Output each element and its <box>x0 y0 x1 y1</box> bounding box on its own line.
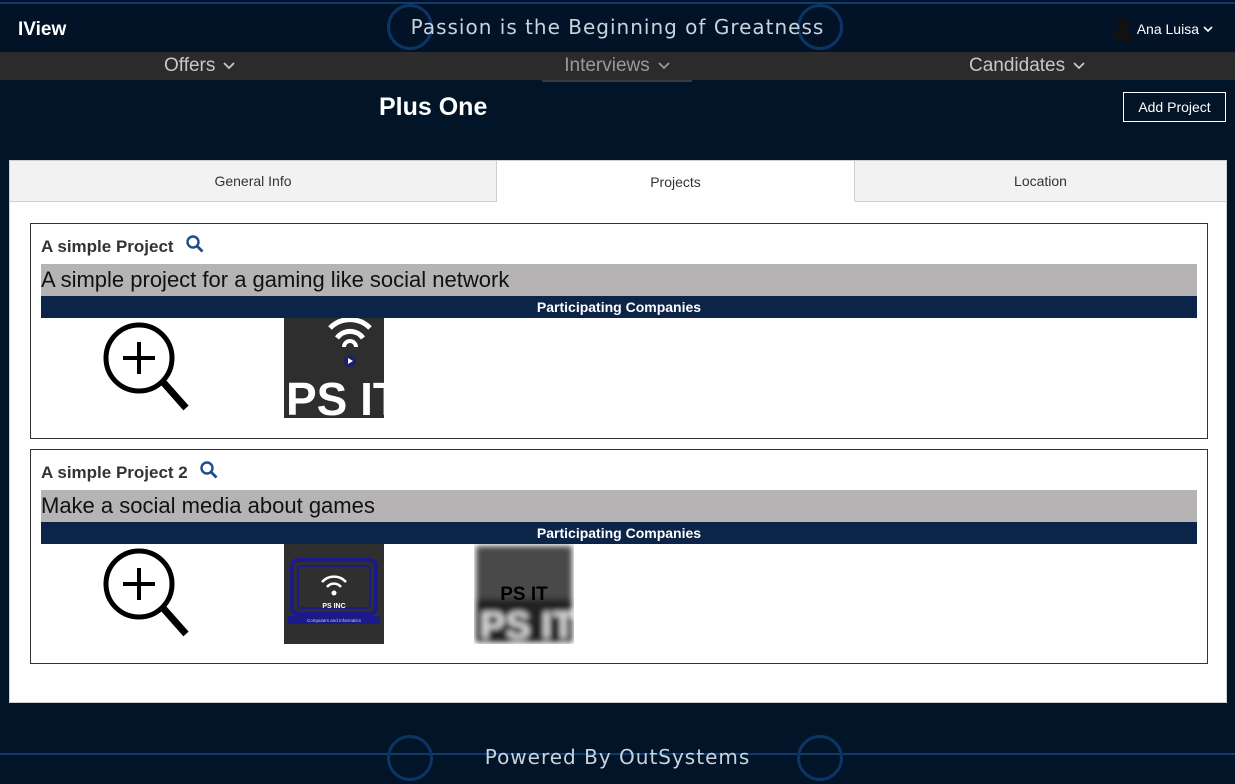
page-title: Plus One <box>379 93 488 121</box>
tab-location[interactable]: Location <box>855 161 1226 202</box>
company-logo-text: PS INC <box>322 603 345 610</box>
project-name[interactable]: A simple Project 2 <box>41 463 188 483</box>
company-logo-ps-it[interactable]: PS IT <box>284 317 401 425</box>
tab-general-info[interactable]: General Info <box>10 161 497 202</box>
zoom-in-icon[interactable] <box>101 546 191 645</box>
main-nav: Offers Interviews Candidates <box>0 52 1235 82</box>
tab-bar: General Info Projects Location <box>10 161 1226 203</box>
company-logo-text: PS IT <box>500 584 548 605</box>
chevron-down-icon <box>1203 25 1213 33</box>
chevron-down-icon <box>658 62 670 70</box>
company-logo-subtext: Computers and Informatics <box>307 618 362 623</box>
company-logo-text: PS IT <box>286 373 384 418</box>
footer-text: Powered By OutSystems <box>484 745 751 769</box>
company-logo-ps-inc[interactable]: PS INC Computers and Informatics <box>284 544 384 644</box>
top-header: IView Passion is the Beginning of Greatn… <box>0 0 1235 52</box>
zoom-in-icon[interactable] <box>101 320 191 419</box>
project-description: A simple project for a gaming like socia… <box>41 264 1197 296</box>
user-icon <box>1112 17 1133 41</box>
participating-companies-header: Participating Companies <box>41 296 1197 318</box>
chevron-down-icon <box>223 62 236 70</box>
nav-label: Offers <box>164 55 216 76</box>
circuit-line <box>0 2 1235 4</box>
project-name[interactable]: A simple Project <box>41 237 174 257</box>
user-name: Ana Luisa <box>1136 21 1199 37</box>
project-header: A simple Project 2 <box>41 461 218 484</box>
project-description: Make a social media about games <box>41 490 1197 522</box>
user-menu[interactable]: Ana Luisa <box>1112 17 1213 41</box>
nav-interviews[interactable]: Interviews <box>542 52 692 82</box>
nav-offers[interactable]: Offers <box>164 52 236 80</box>
tab-projects[interactable]: Projects <box>497 161 855 202</box>
project-header: A simple Project <box>41 235 204 258</box>
svg-text:PS IT: PS IT <box>480 605 574 644</box>
footer: Powered By OutSystems <box>0 705 1235 784</box>
slogan: Passion is the Beginning of Greatness <box>410 15 825 39</box>
chevron-down-icon <box>1073 62 1085 70</box>
search-icon[interactable] <box>185 235 204 258</box>
add-project-button[interactable]: Add Project <box>1123 92 1226 122</box>
nav-label: Interviews <box>564 55 650 76</box>
companies-row: PS INC Computers and Informatics PS IT P… <box>41 544 1197 647</box>
companies-row: PS IT <box>41 317 1197 425</box>
participating-companies-header: Participating Companies <box>41 522 1197 544</box>
search-icon[interactable] <box>200 461 218 484</box>
nav-label: Candidates <box>969 55 1066 76</box>
project-card: A simple Project 2 Make a social media a… <box>30 449 1208 664</box>
nav-candidates[interactable]: Candidates <box>969 52 1085 80</box>
project-card: A simple Project A simple project for a … <box>30 223 1208 439</box>
content-card: General Info Projects Location A simple … <box>9 160 1227 703</box>
company-logo-ps-it-placeholder[interactable]: PS IT PS IT <box>474 544 575 647</box>
